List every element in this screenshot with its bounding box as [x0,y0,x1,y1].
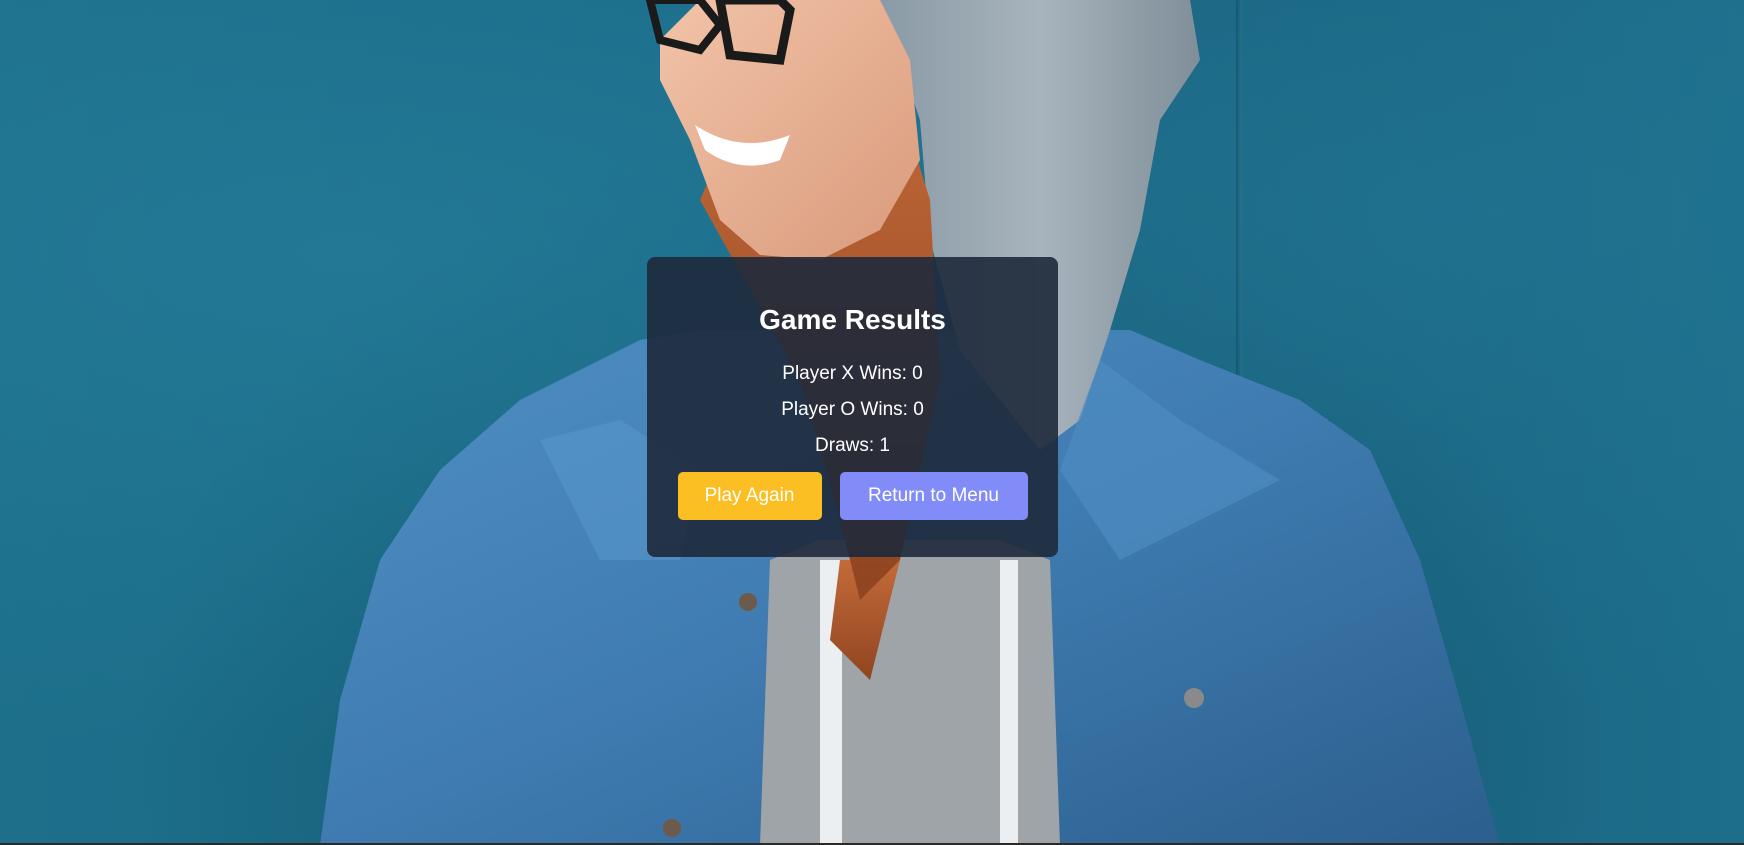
results-actions: Play Again Return to Menu [647,472,1058,520]
player-x-wins: Player X Wins: 0 [782,363,923,384]
player-o-wins: Player O Wins: 0 [781,399,924,420]
draws-count: Draws: 1 [815,435,890,456]
return-to-menu-button[interactable]: Return to Menu [839,472,1028,520]
results-title: Game Results [759,304,946,335]
play-again-button[interactable]: Play Again [677,472,822,520]
game-screen: Game Results Player X Wins: 0 Player O W… [0,0,1744,845]
results-stats: Player X Wins: 0 Player O Wins: 0 Draws:… [647,356,1058,464]
game-results-dialog: Game Results Player X Wins: 0 Player O W… [647,257,1058,557]
